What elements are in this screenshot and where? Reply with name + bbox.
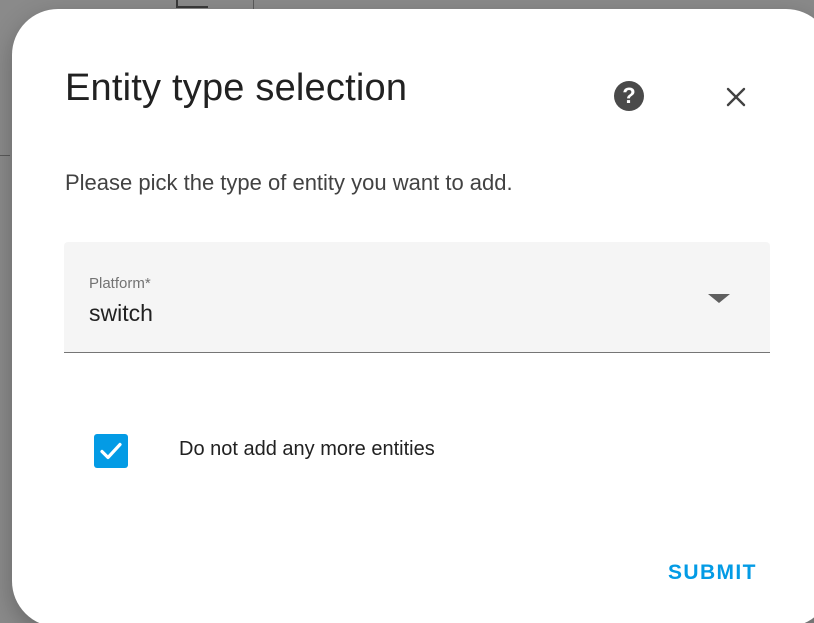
background-icon bbox=[176, 0, 208, 8]
platform-select-label: Platform* bbox=[89, 275, 151, 292]
close-icon[interactable] bbox=[718, 79, 754, 115]
dropdown-arrow-icon[interactable] bbox=[708, 294, 730, 303]
submit-button[interactable]: SUBMIT bbox=[668, 561, 757, 585]
no-more-entities-checkbox[interactable] bbox=[94, 434, 128, 468]
dialog-title: Entity type selection bbox=[65, 67, 408, 109]
platform-select-value: switch bbox=[89, 300, 153, 326]
no-more-entities-option: Do not add any more entities bbox=[94, 431, 554, 471]
background-divider bbox=[0, 155, 10, 156]
platform-select[interactable]: Platform* switch bbox=[64, 242, 770, 353]
checkmark-icon bbox=[100, 442, 122, 460]
entity-type-dialog: Entity type selection ? Please pick the … bbox=[12, 9, 814, 623]
checkbox-label[interactable]: Do not add any more entities bbox=[179, 438, 435, 461]
help-icon[interactable]: ? bbox=[614, 81, 644, 111]
dialog-description: Please pick the type of entity you want … bbox=[65, 170, 513, 195]
